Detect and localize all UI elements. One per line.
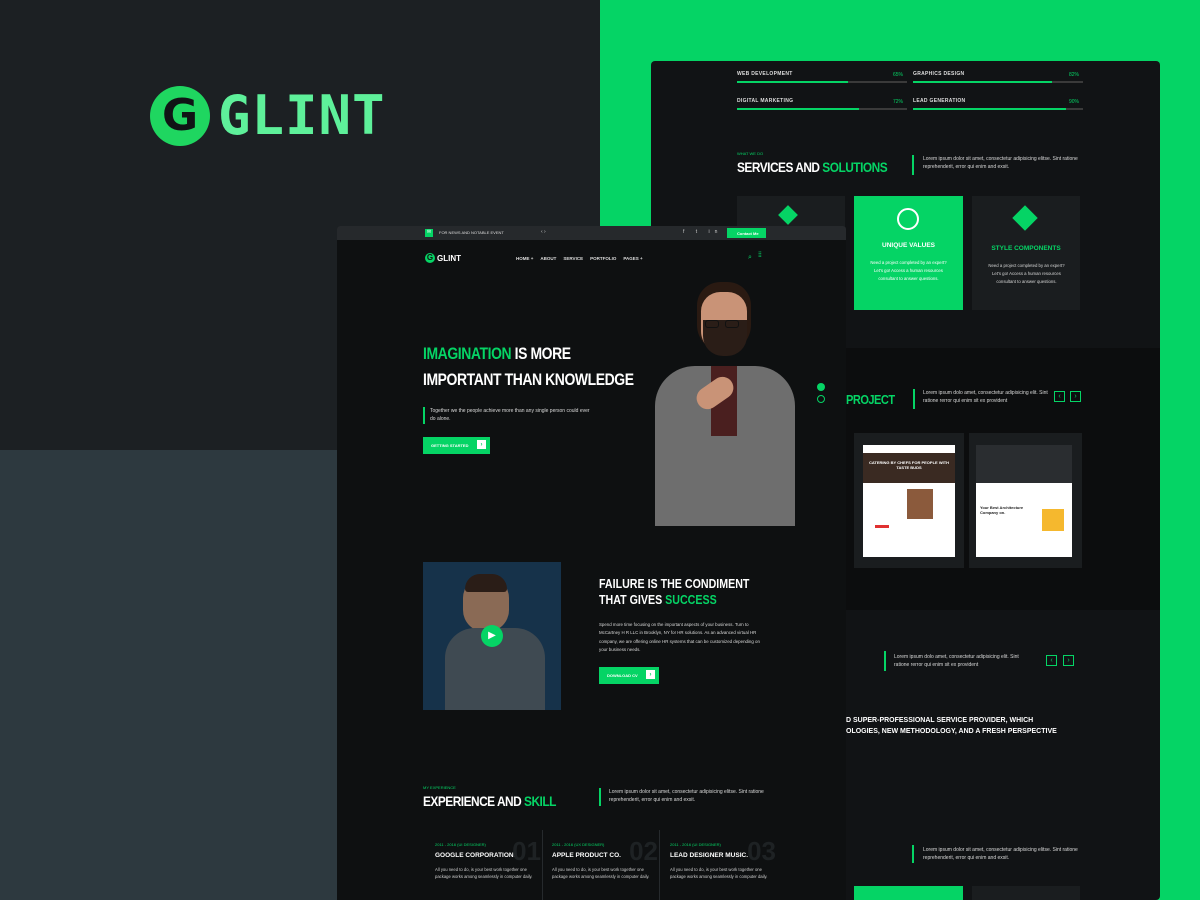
testimonial-description: Lorem ipsum dolo amet, consectetur adipi… [894,654,1019,668]
nav-item-pages[interactable]: PAGES + [623,256,642,261]
chevron-right-icon: › [646,670,655,679]
service-card-active[interactable]: UNIQUE VALUES Need a project completed b… [854,196,963,310]
skill-label: GRAPHICS DESIGN [913,71,965,77]
components-icon [1012,205,1038,231]
service-card[interactable] [972,886,1080,900]
search-icon[interactable]: ⌕ [748,254,752,262]
experience-kicker: MY EXPERIENCE [423,785,456,790]
testimonial-quote: D SUPER-PROFESSIONAL SERVICE PROVIDER, W… [846,717,1057,735]
skill-percent: 72% [893,99,904,105]
experience-text: All you need to do, is your best work to… [552,867,650,879]
divider [912,845,914,863]
experience-item: 02 2011 - 2016 (UX DESIGNER) APPLE PRODU… [552,836,658,900]
nav-logo-text: GLINT [437,253,461,263]
services-kicker: WHAT WE DO [737,151,764,156]
project-thumbnail: CATERING BY CHEFS FOR PEOPLE WITH TASTE … [863,445,955,557]
diamond-icon [778,205,798,225]
nav-item-about[interactable]: ABOUT [540,256,556,261]
hero-portrait-image [635,282,795,526]
skill-percent: 82% [1069,72,1080,78]
logo-wordmark: GLINT [218,84,386,147]
skill-label: LEAD GENERATION [913,98,966,104]
skill-percent: 65% [893,72,904,78]
front-page-mockup: ✉ FOR NEWS AND NOTABLE EVENT ‹ › f t in … [337,226,846,900]
service-card-text: Need a project completed by an expert? L… [988,263,1065,284]
divider [423,407,425,424]
prev-arrow-icon[interactable]: ‹ [1054,391,1065,402]
logo-g-icon: G [150,85,210,146]
experience-description: Lorem ipsum dolor sit amet, consectetur … [609,789,764,803]
nav-item-home[interactable]: HOME + [516,256,533,261]
nav-item-portfolio[interactable]: PORTFOLIO [590,256,616,261]
experience-number: 01 [512,836,541,866]
service-card-title: UNIQUE VALUES [882,242,935,249]
divider [542,830,543,900]
skill-bar [737,81,907,83]
skill-bar [737,108,907,110]
experience-number: 03 [747,836,776,866]
divider [659,830,660,900]
experience-text: All you need to do, is your best work to… [670,867,768,879]
skill-label: WEB DEVELOPMENT [737,71,793,77]
experience-title: EXPERIENCE AND SKILL [423,793,556,809]
prev-arrow-icon[interactable]: ‹ [1046,655,1057,666]
skill-bar [913,81,1083,83]
skill-label: DIGITAL MARKETING [737,98,794,104]
project-card[interactable]: CATERING BY CHEFS FOR PEOPLE WITH TASTE … [854,433,964,568]
experience-item: 03 2011 - 2016 (UI DESIGNER) LEAD DESIGN… [670,836,776,900]
service-card-text: Need a project completed by an expert? L… [870,260,947,281]
services-description: Lorem ipsum dolor sit amet, consectetur … [923,156,1078,170]
about-title: FAILURE IS THE CONDIMENT THAT GIVES SUCC… [599,576,750,607]
bottom-description: Lorem ipsum dolor sit amet, consectetur … [923,847,1078,861]
megaphone-icon: ✉ [425,229,433,237]
top-bar: ✉ FOR NEWS AND NOTABLE EVENT ‹ › f t in … [337,226,846,240]
main-nav: HOME + ABOUT SERVICE PORTFOLIO PAGES + [516,256,643,261]
project-card[interactable]: Your Best Architecture Company on. [969,433,1082,568]
about-video-thumbnail[interactable]: ▶ [423,562,561,710]
getting-started-button[interactable]: GETTING STARTED › [423,437,490,454]
brand-logo: G GLINT [150,84,386,147]
skill-bar [913,108,1083,110]
play-icon[interactable]: ▶ [481,625,503,647]
slider-dot[interactable] [817,395,825,403]
service-card[interactable]: STYLE COMPONENTS Need a project complete… [972,196,1080,310]
topbar-arrows-icon[interactable]: ‹ › [541,229,546,235]
services-title: SERVICES AND SOLUTIONS [737,159,888,175]
about-description: Spend more time focusing on the importan… [599,622,760,653]
download-cv-button[interactable]: DOWNLOAD CV › [599,667,659,684]
divider [599,788,601,806]
project-title: PROJECT [846,392,895,407]
project-description: Lorem ipsum dolo amet, consectetur adipi… [923,390,1048,404]
nav-logo[interactable]: G GLINT [425,253,461,263]
globe-icon [897,208,919,230]
divider [912,155,914,175]
grid-menu-icon[interactable]: ⁞⁞⁞ [758,252,762,259]
nav-item-service[interactable]: SERVICE [563,256,583,261]
next-arrow-icon[interactable]: › [1070,391,1081,402]
hero-description: Together we the people achieve more than… [430,408,590,422]
divider [884,651,886,671]
experience-number: 02 [629,836,658,866]
thumbnail-title: Your Best Architecture Company on. [980,505,1024,515]
divider [913,389,915,409]
service-card-title: STYLE COMPONENTS [991,245,1061,252]
contact-button[interactable]: Contact Me [727,228,766,238]
slider-dot-active[interactable] [817,383,825,391]
project-thumbnail: Your Best Architecture Company on. [976,445,1072,557]
logo-g-icon: G [425,253,435,263]
thumbnail-title: CATERING BY CHEFS FOR PEOPLE WITH TASTE … [868,460,950,470]
chevron-right-icon: › [477,440,486,449]
topbar-text: FOR NEWS AND NOTABLE EVENT [439,230,504,235]
skill-percent: 90% [1069,99,1080,105]
service-card-active[interactable] [854,886,963,900]
next-arrow-icon[interactable]: › [1063,655,1074,666]
experience-item: 01 2011 - 2016 (UI DESIGNER) GOOGLE CORP… [435,836,541,900]
experience-text: All you need to do, is your best work to… [435,867,533,879]
